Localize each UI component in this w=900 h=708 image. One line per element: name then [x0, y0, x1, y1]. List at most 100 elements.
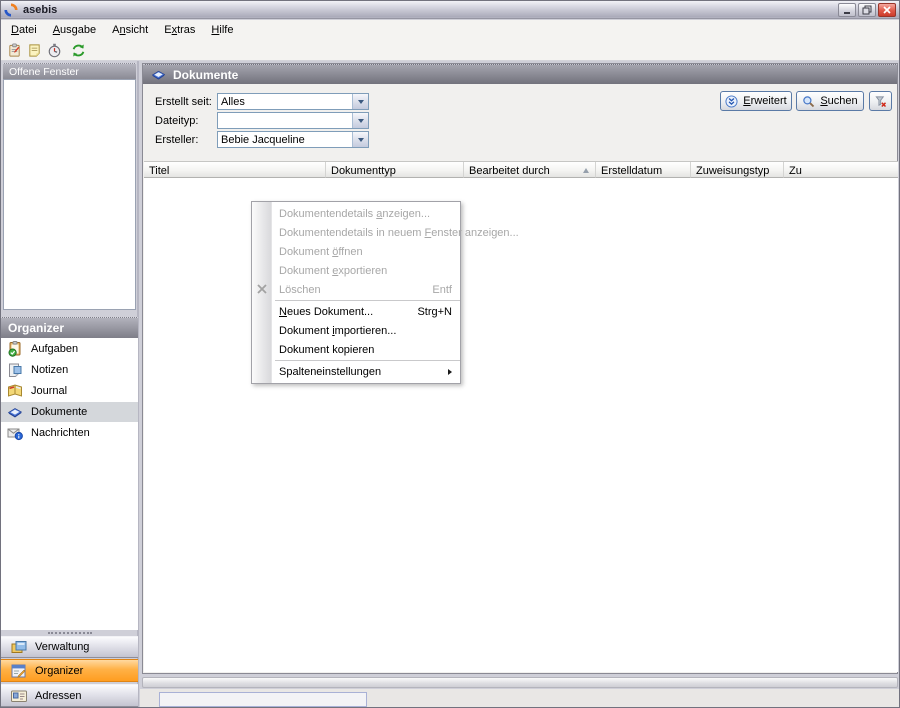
title-bar: asebis: [1, 1, 899, 19]
context-menu-shortcut: Strg+N: [405, 306, 452, 318]
search-button[interactable]: Suchen: [796, 91, 864, 111]
window-title: asebis: [23, 4, 836, 16]
tasks-icon: [7, 43, 22, 58]
column-header-zu[interactable]: Zu: [784, 162, 898, 178]
clear-filter-button[interactable]: [869, 91, 892, 111]
column-header-label: Titel: [149, 165, 169, 177]
magnifier-icon: [802, 95, 815, 108]
toolbar: [1, 40, 899, 61]
minimize-button[interactable]: [838, 3, 856, 17]
context-menu-item-label: Spalteneinstellungen: [279, 366, 381, 378]
nav-button-verwaltung[interactable]: Verwaltung: [1, 636, 138, 658]
combobox-dropdown-button[interactable]: [352, 94, 368, 109]
context-menu-item-label: Neues Dokument...: [279, 306, 373, 318]
column-header-titel[interactable]: Titel: [144, 162, 326, 178]
column-header-zuweisungstyp[interactable]: Zuweisungstyp: [691, 162, 784, 178]
ersteller-combobox[interactable]: Bebie Jacqueline: [217, 131, 369, 148]
sidebar-item-nachrichten[interactable]: Nachrichten: [1, 423, 138, 443]
organizer-list: Aufgaben Notizen: [1, 338, 138, 630]
sidebar-item-journal[interactable]: Journal: [1, 381, 138, 401]
context-menu-item-details-neues-fenster[interactable]: Dokumentendetails in neuem Fenster anzei…: [252, 223, 460, 242]
context-menu-item-label: Dokument exportieren: [279, 265, 387, 277]
context-menu-item-label: Dokumentendetails anzeigen...: [279, 208, 430, 220]
context-menu-item-neues-dokument[interactable]: Neues Dokument... Strg+N: [252, 302, 460, 321]
open-windows-list[interactable]: [3, 79, 136, 310]
combobox-dropdown-button[interactable]: [352, 113, 368, 128]
combobox-value: Alles: [218, 94, 352, 109]
search-button-label: Suchen: [820, 95, 857, 107]
clear-filter-icon: [874, 95, 887, 108]
combobox-dropdown-button[interactable]: [352, 132, 368, 147]
journal-book-icon: [7, 383, 23, 399]
filter-panel: Erstellt seit: Alles Dateityp: Ersteller…: [143, 84, 897, 159]
note-icon: [27, 43, 42, 58]
sidebar-item-label: Dokumente: [31, 406, 87, 418]
dateityp-combobox[interactable]: [217, 112, 369, 129]
organizer-icon: [10, 662, 28, 680]
combobox-value: [218, 113, 352, 128]
sort-ascending-icon: [583, 168, 589, 173]
restore-icon: [862, 5, 872, 15]
advanced-button-label: Erweitert: [743, 95, 786, 107]
close-button[interactable]: [878, 3, 896, 17]
sidebar-item-label: Aufgaben: [31, 343, 78, 355]
context-menu-item-dokument-oeffnen[interactable]: Dokument öffnen: [252, 242, 460, 261]
chevron-down-icon: [358, 138, 364, 142]
status-bar: [140, 689, 899, 707]
context-menu-item-dokument-exportieren[interactable]: Dokument exportieren: [252, 261, 460, 280]
menu-ausgabe[interactable]: Ausgabe: [45, 21, 104, 39]
context-menu-item-details-anzeigen[interactable]: Dokumentendetails anzeigen...: [252, 204, 460, 223]
column-header-bearbeitet-durch[interactable]: Bearbeitet durch: [464, 162, 596, 178]
advanced-button[interactable]: Erweitert: [720, 91, 792, 111]
toolbar-refresh-button[interactable]: [68, 41, 88, 59]
context-menu-item-loeschen[interactable]: Löschen Entf: [252, 280, 460, 299]
toolbar-journal-button[interactable]: [44, 41, 64, 59]
nav-button-organizer[interactable]: Organizer: [1, 659, 138, 682]
open-windows-header: Offene Fenster: [3, 63, 136, 79]
context-menu-separator: [275, 300, 460, 301]
column-header-label: Bearbeitet durch: [469, 165, 550, 177]
context-menu-item-label: Dokument importieren...: [279, 325, 396, 337]
column-header-label: Erstelldatum: [601, 165, 662, 177]
table-header: Titel Dokumenttyp Bearbeitet durch Erste…: [144, 161, 898, 178]
toolbar-note-button[interactable]: [24, 41, 44, 59]
context-menu-item-label: Dokument kopieren: [279, 344, 374, 356]
sidebar-item-aufgaben[interactable]: Aufgaben: [1, 339, 138, 359]
menu-ansicht[interactable]: Ansicht: [104, 21, 156, 39]
app-icon: [4, 3, 18, 17]
filter-label-ersteller: Ersteller:: [155, 133, 198, 147]
addresses-icon: [10, 687, 28, 705]
column-header-erstelldatum[interactable]: Erstelldatum: [596, 162, 691, 178]
sidebar-item-notizen[interactable]: Notizen: [1, 360, 138, 380]
double-chevron-down-icon: [725, 95, 738, 108]
nav-button-adressen[interactable]: Adressen: [1, 684, 138, 707]
status-progress-field: [159, 692, 367, 707]
journal-clock-icon: [47, 43, 62, 58]
column-header-dokumenttyp[interactable]: Dokumenttyp: [326, 162, 464, 178]
sidebar-item-dokumente[interactable]: Dokumente: [1, 402, 138, 422]
documents-panel-header: Dokumente: [143, 64, 897, 84]
menu-datei[interactable]: Datei: [3, 21, 45, 39]
sidebar-item-label: Journal: [31, 385, 67, 397]
organizer-panel-header: Organizer: [1, 317, 138, 338]
bottom-splitter-bar[interactable]: [142, 677, 898, 688]
context-menu-separator: [275, 360, 460, 361]
menu-hilfe[interactable]: Hilfe: [203, 21, 241, 39]
nav-button-label: Adressen: [35, 690, 81, 702]
restore-button[interactable]: [858, 3, 876, 17]
note-icon: [7, 362, 23, 378]
menu-bar: Datei Ausgabe Ansicht Extras Hilfe: [1, 20, 899, 40]
context-menu-item-label: Dokumentendetails in neuem Fenster anzei…: [279, 227, 519, 239]
combobox-value: Bebie Jacqueline: [218, 132, 352, 147]
toolbar-tasks-button[interactable]: [4, 41, 24, 59]
context-menu-item-dokument-kopieren[interactable]: Dokument kopieren: [252, 340, 460, 359]
chevron-down-icon: [358, 119, 364, 123]
context-menu-item-spalteneinstellungen[interactable]: Spalteneinstellungen: [252, 362, 460, 381]
administration-icon: [10, 638, 28, 656]
submenu-arrow-icon: [448, 369, 452, 375]
context-menu-item-dokument-importieren[interactable]: Dokument importieren...: [252, 321, 460, 340]
nav-button-label: Verwaltung: [35, 641, 89, 653]
menu-extras[interactable]: Extras: [156, 21, 203, 39]
erstellt-seit-combobox[interactable]: Alles: [217, 93, 369, 110]
page-title: Dokumente: [173, 68, 238, 82]
